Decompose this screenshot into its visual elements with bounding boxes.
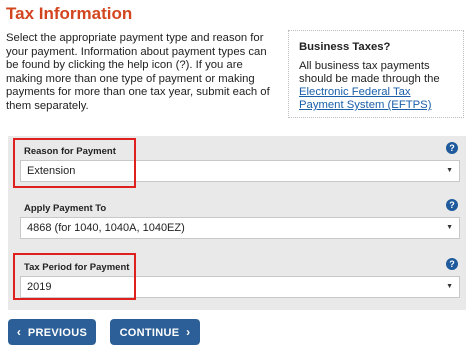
business-taxes-body: All business tax payments should be made… bbox=[299, 60, 440, 85]
apply-value: 4868 (for 1040, 1040A, 1040EZ) bbox=[27, 222, 185, 234]
period-highlight-box bbox=[13, 253, 136, 300]
dropdown-arrow-icon: ▼ bbox=[446, 167, 453, 174]
eftps-link[interactable]: Electronic Federal Tax Payment System (E… bbox=[299, 86, 431, 111]
page-title: Tax Information bbox=[6, 4, 133, 23]
previous-label: PREVIOUS bbox=[27, 327, 88, 339]
previous-button[interactable]: ‹ PREVIOUS bbox=[8, 319, 96, 345]
apply-label: Apply Payment To bbox=[24, 203, 107, 214]
chevron-left-icon: ‹ bbox=[16, 325, 22, 339]
help-icon[interactable]: ? bbox=[446, 258, 458, 270]
chevron-right-icon: › bbox=[186, 325, 191, 339]
help-icon[interactable]: ? bbox=[446, 142, 458, 154]
business-taxes-box: Business Taxes? All business tax payment… bbox=[288, 30, 464, 118]
dropdown-arrow-icon: ▼ bbox=[446, 283, 453, 290]
reason-highlight-box bbox=[13, 138, 136, 188]
continue-button[interactable]: CONTINUE › bbox=[110, 319, 200, 345]
dropdown-arrow-icon: ▼ bbox=[446, 224, 453, 231]
continue-label: CONTINUE bbox=[119, 327, 180, 339]
help-icon[interactable]: ? bbox=[446, 199, 458, 211]
intro-text: Select the appropriate payment type and … bbox=[6, 32, 270, 112]
business-taxes-title: Business Taxes? bbox=[299, 41, 391, 53]
business-taxes-text: All business tax payments should be made… bbox=[299, 60, 455, 112]
apply-select[interactable]: 4868 (for 1040, 1040A, 1040EZ) ▼ bbox=[20, 217, 460, 239]
